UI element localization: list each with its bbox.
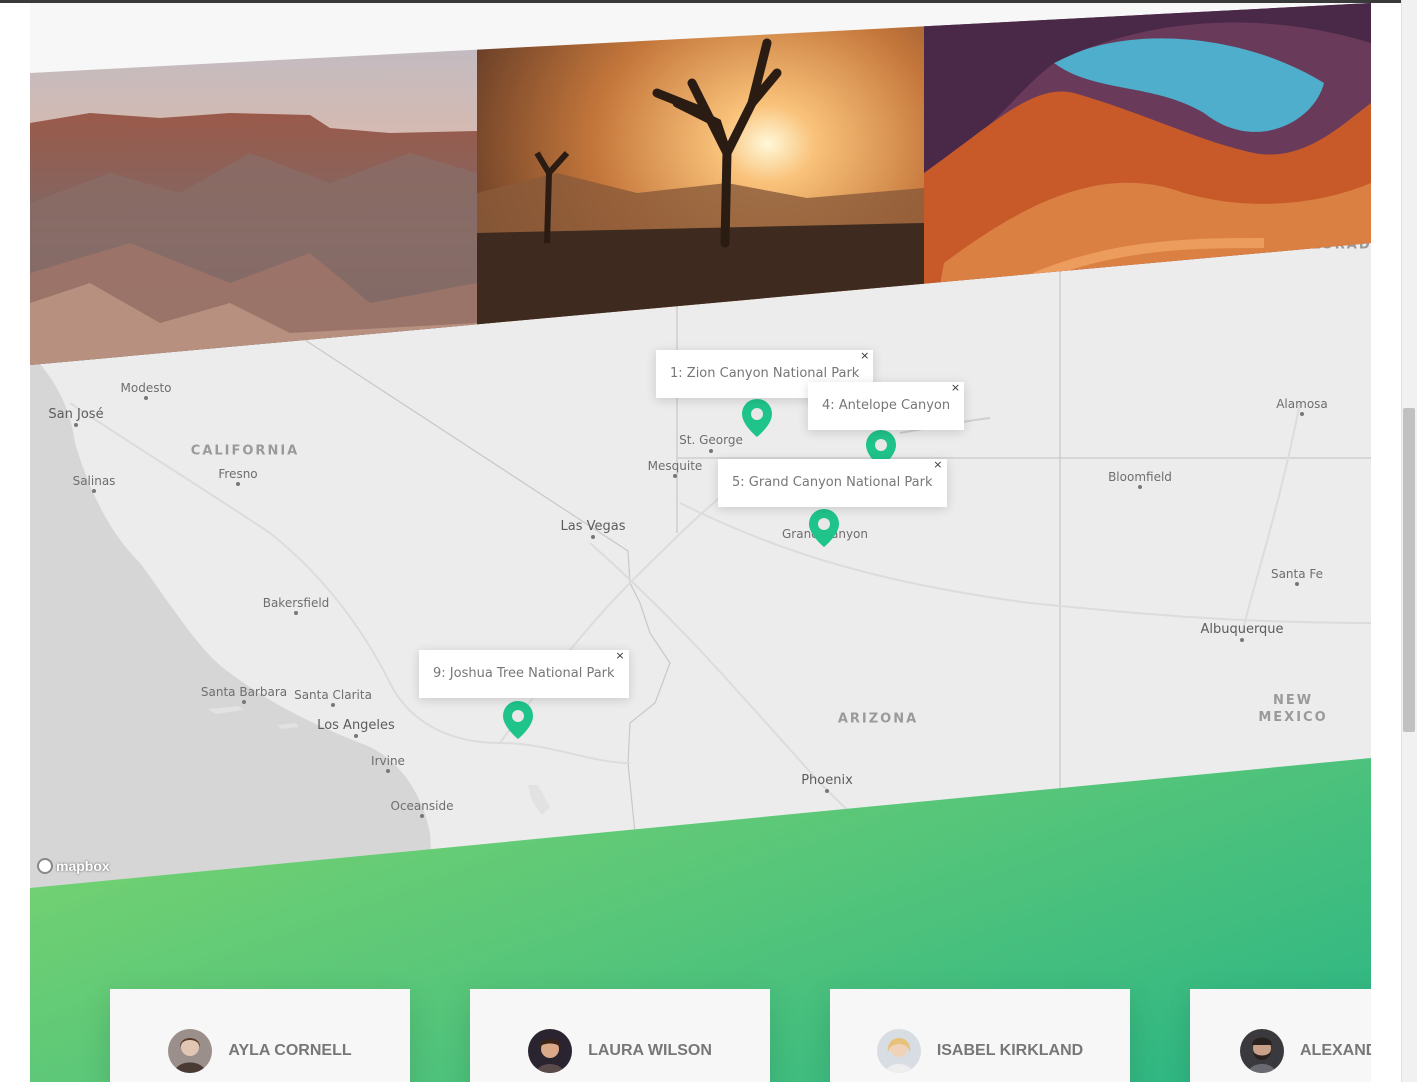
city-dot xyxy=(1240,638,1244,642)
city-dot xyxy=(236,482,240,486)
close-icon[interactable]: × xyxy=(951,364,960,412)
city-dot xyxy=(420,814,424,818)
city-label: Fresno xyxy=(218,467,258,481)
city-label: Santa Fe xyxy=(1270,567,1324,581)
city-label: Alamosa xyxy=(1276,397,1328,411)
city-dot xyxy=(242,700,246,704)
city-label: Bakersfield xyxy=(262,596,330,610)
city-label: Bloomfield xyxy=(1108,470,1172,484)
close-icon[interactable]: × xyxy=(615,632,624,680)
city-label: Oceanside xyxy=(390,799,454,813)
location-popup: 4: Antelope Canyon × xyxy=(808,381,965,430)
city-dot xyxy=(331,703,335,707)
city-label: San José xyxy=(48,407,104,422)
city-dot xyxy=(709,449,713,453)
location-popup: 9: Joshua Tree National Park × xyxy=(419,649,629,698)
city-label: Irvine xyxy=(371,754,405,768)
city-dot xyxy=(354,734,358,738)
grand-canyon-photo xyxy=(30,3,477,365)
city-dot xyxy=(1138,485,1142,489)
city-label: Phoenix xyxy=(801,773,853,788)
city-dot xyxy=(1300,412,1304,416)
city-label: Albuquerque xyxy=(1200,622,1284,637)
popup-label: 4: Antelope Canyon xyxy=(822,398,951,413)
city-dot xyxy=(1295,582,1299,586)
city-label: Santa Clarita xyxy=(294,688,372,702)
avatar xyxy=(876,1029,921,1073)
city-dot xyxy=(591,535,595,539)
reviewer-name: LAURA WILSON xyxy=(588,1042,712,1059)
city-label: Las Vegas xyxy=(560,519,626,534)
city-label: Salinas xyxy=(72,474,116,488)
state-label: NEW MEXICO xyxy=(1258,693,1328,725)
tour-page: Modesto San José Fresno Salinas Bakersfi… xyxy=(30,3,1371,1082)
avatar xyxy=(528,1029,573,1073)
city-label: Los Angeles xyxy=(317,718,395,733)
review-card[interactable]: AYLA CORNELL xyxy=(110,989,410,1082)
close-icon[interactable]: × xyxy=(933,441,942,489)
attribution-text: mapbox xyxy=(56,858,110,874)
review-card[interactable]: ALEXANDER JONES xyxy=(1190,989,1371,1082)
mapbox-logo-icon xyxy=(37,858,53,874)
city-dot xyxy=(825,789,829,793)
scrollbar-thumb[interactable] xyxy=(1403,408,1415,732)
reviewer-name: AYLA CORNELL xyxy=(228,1042,352,1059)
state-label: ARIZONA xyxy=(837,711,919,727)
location-pin-icon[interactable] xyxy=(741,398,773,438)
city-label: Modesto xyxy=(120,381,172,395)
city-dot xyxy=(74,423,78,427)
city-label: Mesquite xyxy=(647,459,703,473)
avatar xyxy=(1240,1029,1284,1073)
popup-label: 5: Grand Canyon National Park xyxy=(732,475,933,490)
reviewer-name: ISABEL KIRKLAND xyxy=(936,1042,1084,1059)
close-icon[interactable]: × xyxy=(860,332,869,380)
city-dot xyxy=(92,489,96,493)
review-card[interactable]: LAURA WILSON xyxy=(470,989,770,1082)
location-pin-icon[interactable] xyxy=(502,700,534,740)
city-dot xyxy=(294,611,298,615)
reviewer-name: ALEXANDER JONES xyxy=(1300,1042,1371,1059)
state-label: CALIFORNIA xyxy=(190,443,300,459)
popup-label: 1: Zion Canyon National Park xyxy=(670,366,860,381)
popup-label: 9: Joshua Tree National Park xyxy=(433,666,615,681)
avatar xyxy=(168,1029,213,1073)
location-popup: 5: Grand Canyon National Park × xyxy=(718,458,947,507)
mapbox-attribution[interactable]: mapbox xyxy=(37,858,110,874)
city-dot xyxy=(673,474,677,478)
city-label: St. George xyxy=(679,433,743,447)
location-pin-icon[interactable] xyxy=(808,508,840,548)
city-dot xyxy=(386,769,390,773)
city-label: Santa Barbara xyxy=(200,685,288,699)
city-dot xyxy=(144,396,148,400)
review-card[interactable]: ISABEL KIRKLAND xyxy=(830,989,1130,1082)
